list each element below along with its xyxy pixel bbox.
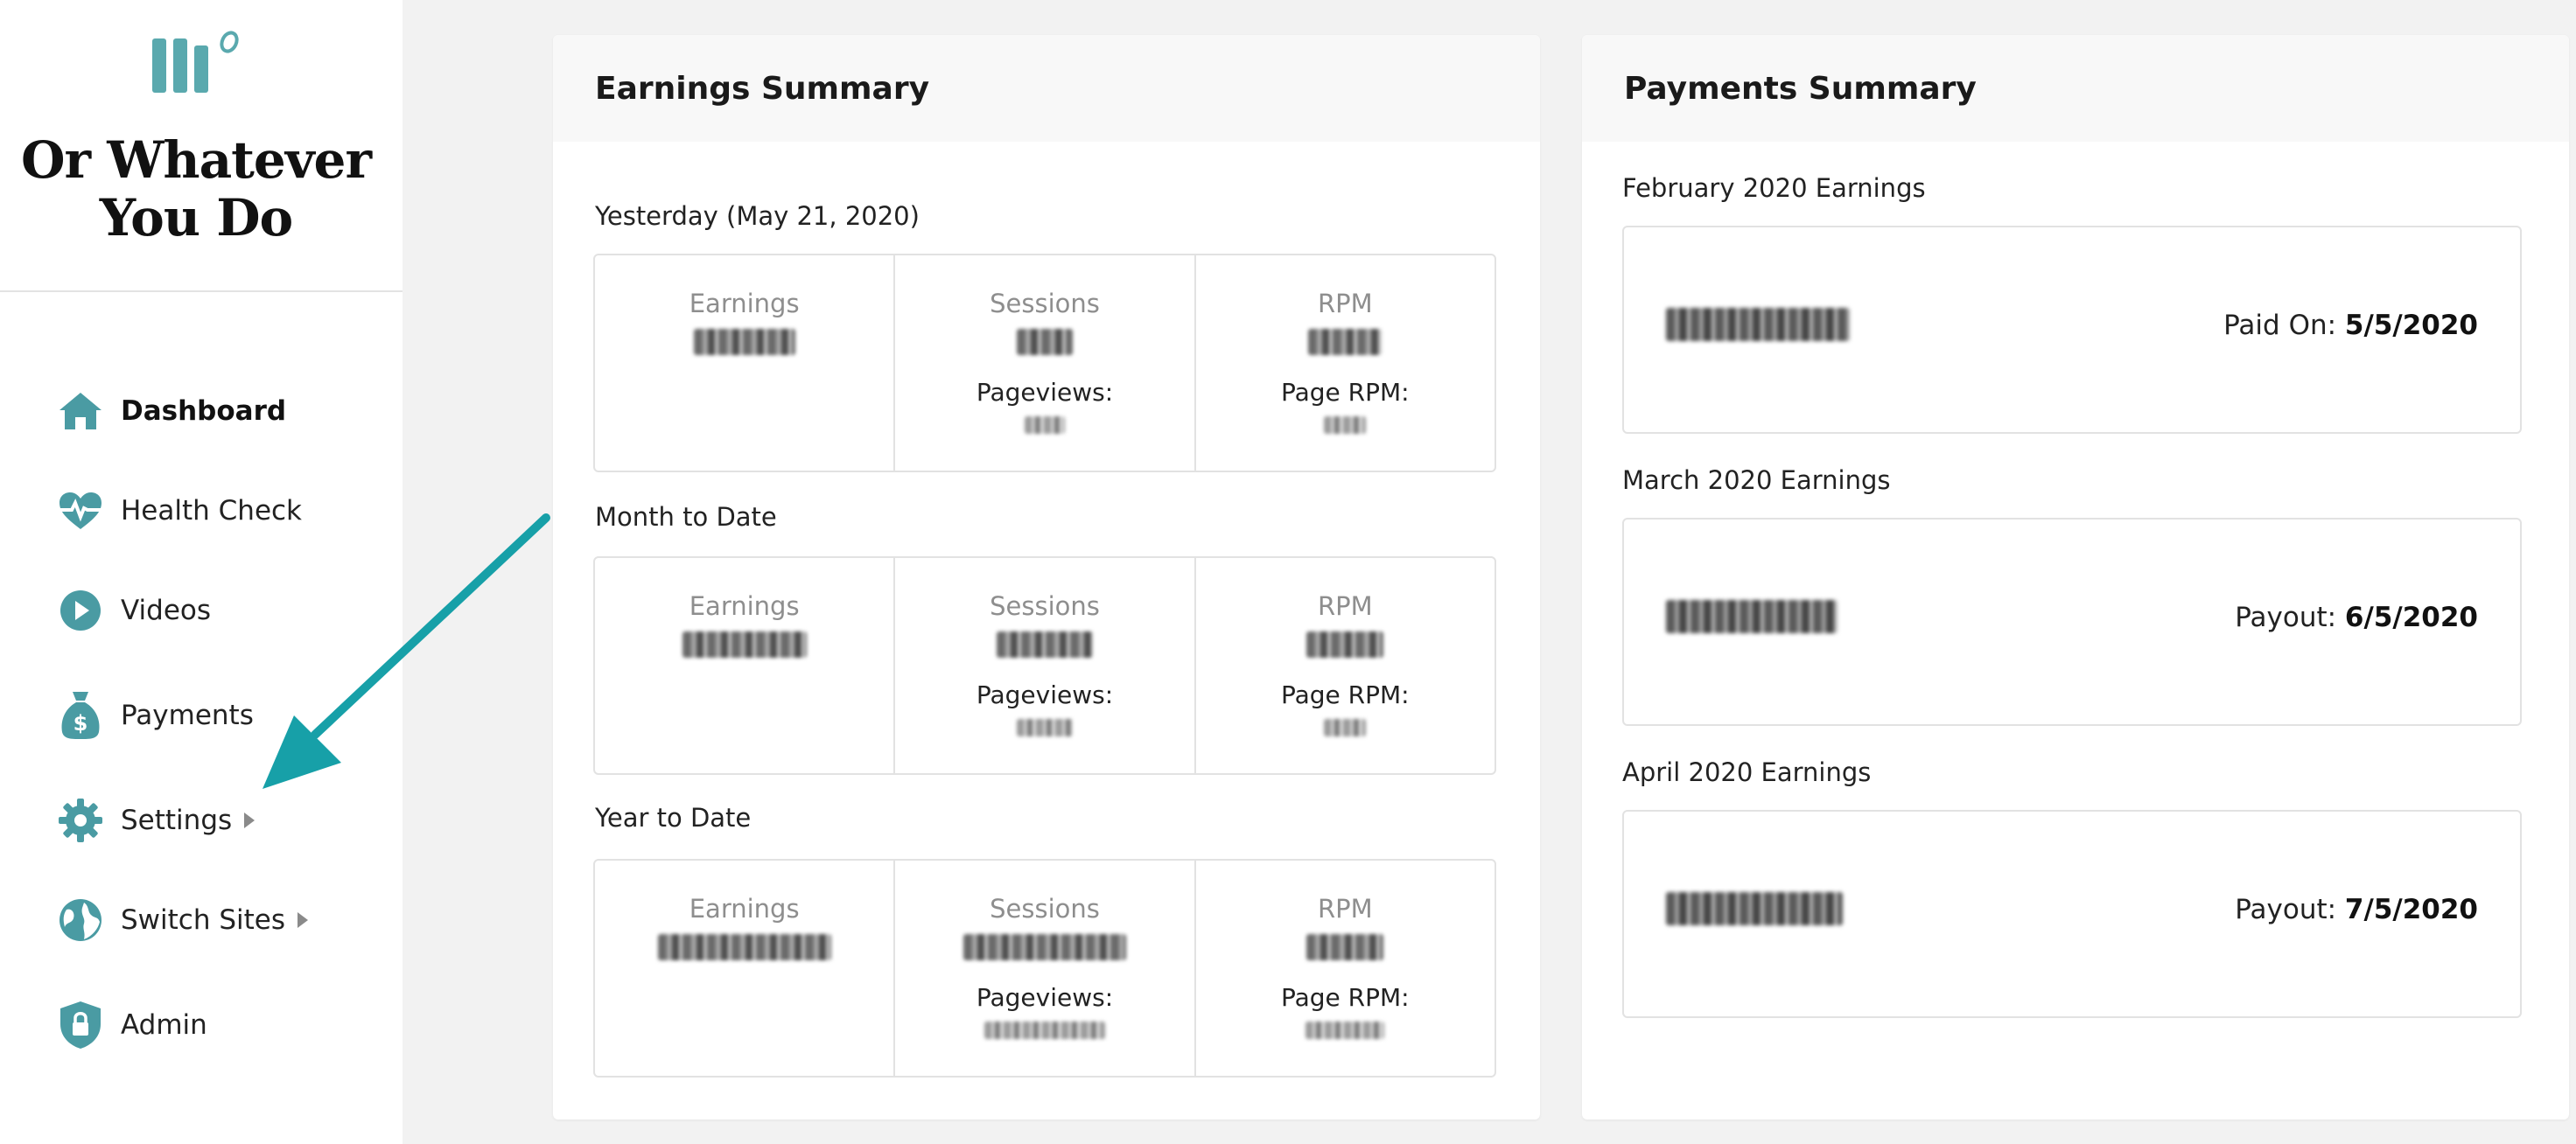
payment-row-march: Payout: 6/5/2020 <box>1622 518 2522 726</box>
redacted-value <box>1324 416 1367 434</box>
earnings-stats-yesterday: Earnings Sessions Pageviews: RPM Page RP… <box>593 254 1496 472</box>
shield-lock-icon <box>56 1001 105 1050</box>
payment-date: 7/5/2020 <box>2344 894 2478 925</box>
sidebar-item-label: Payments <box>121 700 254 731</box>
stat-label: Earnings <box>689 894 800 924</box>
payment-date: 6/5/2020 <box>2344 602 2478 633</box>
redacted-value <box>1308 329 1382 355</box>
redacted-amount <box>1666 308 1850 341</box>
heart-pulse-icon <box>56 486 105 535</box>
stat-label: Earnings <box>689 591 800 621</box>
payments-card-title: Payments Summary <box>1624 70 1977 107</box>
sidebar-item-admin[interactable]: Admin <box>56 999 207 1051</box>
sidebar-item-health-check[interactable]: Health Check <box>56 485 302 537</box>
stat-sessions: Sessions Pageviews: <box>895 861 1196 1076</box>
sidebar-item-switch-sites[interactable]: Switch Sites <box>56 894 309 946</box>
payment-status: Paid On: 5/5/2020 <box>2223 310 2478 341</box>
site-name-line2: You Do <box>99 188 293 248</box>
globe-icon <box>56 896 105 945</box>
redacted-value <box>1324 719 1367 736</box>
stat-label: Sessions <box>990 289 1100 318</box>
earnings-section-label-month: Month to Date <box>595 502 777 532</box>
sidebar-item-label: Switch Sites <box>121 904 286 936</box>
stat-label: Earnings <box>689 289 800 318</box>
sidebar-item-label: Health Check <box>121 495 303 527</box>
sidebar-item-dashboard[interactable]: Dashboard <box>56 385 286 437</box>
redacted-value <box>657 934 831 960</box>
stat-sub-label: Page RPM: <box>1281 378 1410 407</box>
redacted-value <box>1016 329 1073 355</box>
stat-label: Sessions <box>990 894 1100 924</box>
earnings-summary-card: Earnings Summary Yesterday (May 21, 2020… <box>553 35 1540 1120</box>
payment-status-label: Paid On: <box>2223 310 2337 341</box>
stat-label: RPM <box>1317 289 1373 318</box>
svg-text:$: $ <box>74 711 88 736</box>
chevron-right-icon <box>298 912 309 928</box>
redacted-value <box>996 631 1093 658</box>
earnings-stats-month: Earnings Sessions Pageviews: RPM Page RP… <box>593 556 1496 775</box>
payments-summary-card: Payments Summary February 2020 Earnings … <box>1582 35 2569 1120</box>
redacted-amount <box>1666 892 1843 925</box>
sidebar-item-label: Settings <box>121 805 233 836</box>
sidebar-divider <box>0 290 402 292</box>
earnings-section-label-year: Year to Date <box>595 803 752 833</box>
sidebar-item-videos[interactable]: Videos <box>56 584 211 637</box>
payment-status: Payout: 6/5/2020 <box>2235 602 2478 633</box>
stat-sub-label: Pageviews: <box>976 378 1114 407</box>
gear-icon <box>56 796 105 845</box>
payment-status-label: Payout: <box>2235 602 2337 633</box>
stat-label: Sessions <box>990 591 1100 621</box>
redacted-value <box>1016 719 1073 736</box>
payments-card-header: Payments Summary <box>1582 35 2569 142</box>
earnings-card-header: Earnings Summary <box>553 35 1540 142</box>
sidebar-item-payments[interactable]: $ Payments <box>56 689 254 742</box>
stat-sub-label: Pageviews: <box>976 983 1114 1012</box>
stat-sessions: Sessions Pageviews: <box>895 558 1196 773</box>
redacted-value <box>1306 934 1384 960</box>
redacted-value <box>682 631 807 658</box>
site-name-line1: Or Whatever <box>20 130 372 190</box>
earnings-stats-year: Earnings Sessions Pageviews: RPM Page RP… <box>593 859 1496 1078</box>
money-bag-icon: $ <box>56 691 105 740</box>
payment-status: Payout: 7/5/2020 <box>2235 894 2478 925</box>
payment-date: 5/5/2020 <box>2344 310 2478 341</box>
payment-month-label: April 2020 Earnings <box>1622 757 1872 787</box>
payment-row-february: Paid On: 5/5/2020 <box>1622 226 2522 434</box>
stat-rpm: RPM Page RPM: <box>1196 558 1494 773</box>
sidebar: Or Whatever You Do Dashboard Health Chec… <box>0 0 402 1144</box>
sidebar-item-label: Dashboard <box>121 395 287 427</box>
stat-sub-label: Page RPM: <box>1281 680 1410 709</box>
stat-earnings: Earnings <box>595 861 896 1076</box>
stat-earnings: Earnings <box>595 558 896 773</box>
brand-logo-icon <box>152 31 239 93</box>
payment-month-label: March 2020 Earnings <box>1622 465 1891 495</box>
redacted-amount <box>1666 600 1838 633</box>
play-circle-icon <box>56 586 105 635</box>
stat-label: RPM <box>1317 894 1373 924</box>
redacted-value <box>1306 1022 1385 1039</box>
stat-sub-label: Page RPM: <box>1281 983 1410 1012</box>
home-icon <box>56 387 105 436</box>
stat-rpm: RPM Page RPM: <box>1196 861 1494 1076</box>
redacted-value <box>693 329 795 355</box>
payment-row-april: Payout: 7/5/2020 <box>1622 810 2522 1018</box>
sidebar-item-settings[interactable]: Settings <box>56 794 256 847</box>
payment-month-label: February 2020 Earnings <box>1622 173 1926 203</box>
redacted-value <box>1024 416 1065 434</box>
earnings-card-title: Earnings Summary <box>595 70 930 107</box>
stat-label: RPM <box>1317 591 1373 621</box>
redacted-value <box>1306 631 1384 658</box>
stat-rpm: RPM Page RPM: <box>1196 255 1494 471</box>
chevron-right-icon <box>244 813 256 828</box>
stat-sub-label: Pageviews: <box>976 680 1114 709</box>
site-name: Or Whatever You Do <box>0 131 392 247</box>
redacted-value <box>984 1022 1105 1039</box>
sidebar-item-label: Videos <box>121 595 212 626</box>
earnings-section-label-yesterday: Yesterday (May 21, 2020) <box>595 201 920 231</box>
sidebar-item-label: Admin <box>121 1009 207 1041</box>
payment-status-label: Payout: <box>2235 894 2337 925</box>
stat-earnings: Earnings <box>595 255 896 471</box>
stat-sessions: Sessions Pageviews: <box>895 255 1196 471</box>
redacted-value <box>962 934 1126 960</box>
